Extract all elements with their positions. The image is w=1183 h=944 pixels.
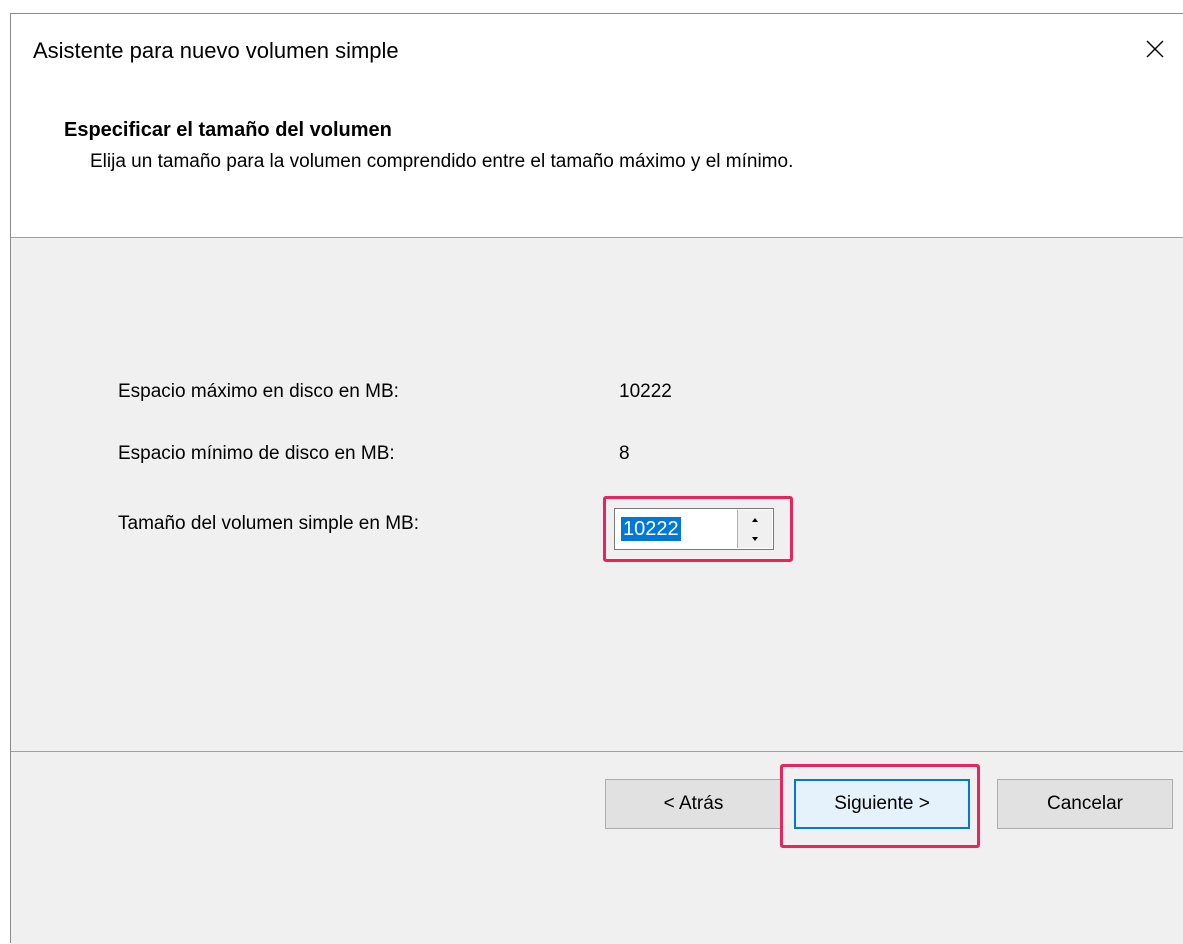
max-space-label: Espacio máximo en disco en MB: xyxy=(118,381,399,402)
annotation-highlight-size xyxy=(603,496,793,562)
title-bar: Asistente para nuevo volumen simple xyxy=(11,14,1183,84)
wizard-footer: < Atrás Siguiente > Cancelar xyxy=(11,752,1183,944)
volume-size-label: Tamaño del volumen simple en MB: xyxy=(118,513,419,534)
wizard-content: Espacio máximo en disco en MB: 10222 Esp… xyxy=(11,238,1183,751)
window-title: Asistente para nuevo volumen simple xyxy=(33,38,399,63)
min-space-label: Espacio mínimo de disco en MB: xyxy=(118,443,395,464)
new-simple-volume-wizard: Asistente para nuevo volumen simple Espe… xyxy=(10,13,1183,944)
min-space-value: 8 xyxy=(619,443,630,464)
page-description: Elija un tamaño para la volumen comprend… xyxy=(90,151,794,172)
close-button[interactable] xyxy=(1127,14,1183,84)
page-title: Especificar el tamaño del volumen xyxy=(64,119,392,141)
wizard-header: Especificar el tamaño del volumen Elija … xyxy=(11,84,1183,238)
cancel-button[interactable]: Cancelar xyxy=(997,779,1173,829)
close-icon xyxy=(1146,40,1164,58)
back-button[interactable]: < Atrás xyxy=(605,779,782,829)
background-window-strip xyxy=(0,0,1183,14)
max-space-value: 10222 xyxy=(619,381,672,402)
annotation-highlight-next xyxy=(780,764,980,848)
